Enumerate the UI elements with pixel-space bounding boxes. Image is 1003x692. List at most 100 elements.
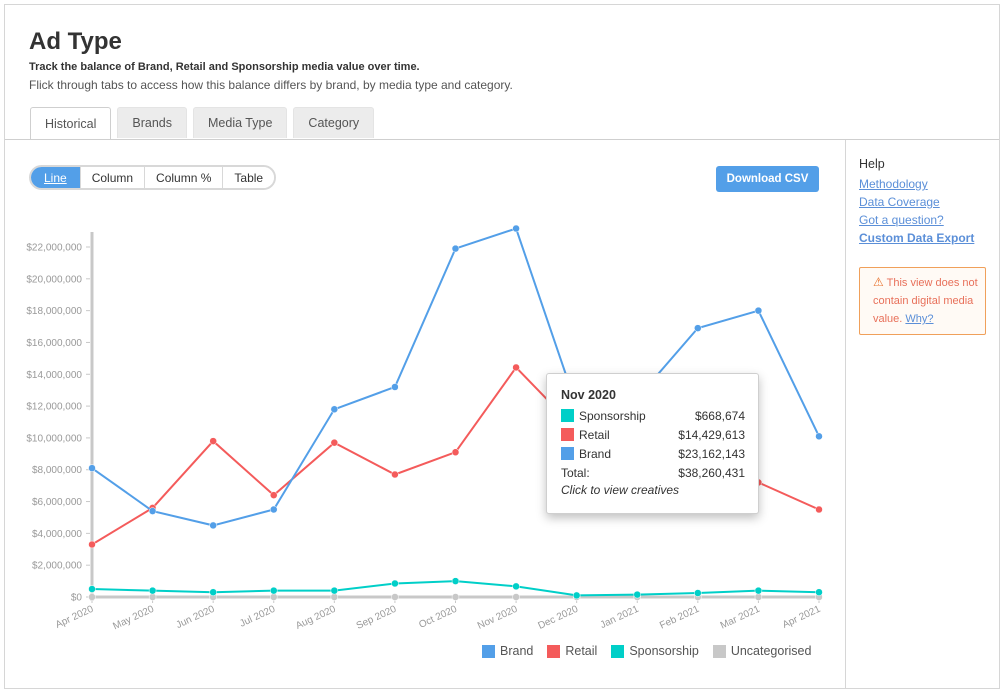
y-tick-label: $0	[71, 593, 83, 604]
legend-swatch	[712, 644, 726, 658]
legend-swatch	[547, 644, 561, 658]
why-link[interactable]: Why?	[905, 313, 933, 325]
retail-swatch	[561, 428, 574, 441]
legend-label: Sponsorship	[629, 644, 699, 658]
tooltip-label: Brand	[579, 446, 612, 461]
data-point-retail	[270, 491, 278, 499]
data-point-uncategorised	[391, 593, 399, 601]
y-tick-label: $2,000,000	[32, 561, 82, 572]
legend-item-uncategorised[interactable]: Uncategorised	[712, 644, 812, 658]
data-point-retail	[815, 505, 823, 514]
brand-swatch	[561, 447, 574, 460]
data-point-retail	[451, 448, 460, 456]
tooltip-row-retail: Retail $14,429,613	[561, 425, 745, 444]
view-column-percent-button[interactable]: Column %	[144, 167, 223, 188]
tooltip-row-sponsorship: Sponsorship $668,674	[561, 406, 745, 425]
legend-item-retail[interactable]: Retail	[547, 644, 597, 658]
data-point-retail	[512, 363, 520, 372]
data-point-sponsorship	[512, 582, 520, 591]
data-point-sponsorship	[451, 577, 460, 585]
y-tick-label: $4,000,000	[32, 529, 82, 540]
x-tick-label: Nov 2020	[476, 604, 520, 632]
custom-data-export-link[interactable]: Custom Data Export	[859, 231, 974, 245]
data-point-sponsorship	[88, 585, 96, 593]
legend-swatch	[611, 644, 625, 658]
data-point-brand	[209, 521, 217, 530]
page-subtitle: Track the balance of Brand, Retail and S…	[29, 61, 420, 73]
tab-brands[interactable]: Brands	[117, 107, 188, 138]
tab-media-type[interactable]: Media Type	[193, 107, 288, 138]
methodology-link[interactable]: Methodology	[859, 177, 974, 191]
view-column-button[interactable]: Column	[79, 167, 145, 188]
tooltip-total-value: $38,260,431	[678, 465, 745, 480]
y-tick-label: $14,000,000	[26, 370, 82, 381]
tab-historical[interactable]: Historical	[30, 107, 112, 140]
download-csv-button[interactable]: Download CSV	[716, 166, 819, 192]
view-table-button[interactable]: Table	[222, 167, 275, 188]
legend-item-sponsorship[interactable]: Sponsorship	[611, 644, 699, 658]
view-toggle: Line Column Column % Table	[29, 165, 277, 190]
tooltip-total-label: Total:	[561, 465, 590, 480]
chart-tooltip: Nov 2020 Sponsorship $668,674 Retail $14…	[546, 373, 759, 514]
tab-bar: Historical Brands Media Type Category	[30, 107, 375, 140]
x-tick-label: Jun 2020	[174, 604, 216, 632]
tooltip-value: $14,429,613	[678, 427, 745, 442]
data-point-sponsorship	[148, 586, 157, 595]
x-tick-label: Oct 2020	[417, 604, 459, 631]
tooltip-label: Retail	[579, 427, 610, 442]
data-coverage-link[interactable]: Data Coverage	[859, 195, 974, 209]
data-point-brand	[754, 306, 763, 315]
warning-triangle-icon: ⚠	[873, 275, 884, 289]
data-point-brand	[815, 432, 823, 441]
tab-category[interactable]: Category	[293, 107, 375, 138]
help-panel: Help Methodology Data Coverage Got a que…	[859, 157, 974, 249]
data-point-brand	[391, 383, 399, 391]
data-point-sponsorship	[754, 586, 763, 595]
data-point-retail	[88, 540, 96, 549]
data-point-sponsorship	[572, 591, 581, 600]
x-tick-label: Sep 2020	[355, 604, 399, 632]
data-point-brand	[88, 464, 96, 472]
tooltip-row-brand: Brand $23,162,143	[561, 444, 745, 463]
tooltip-footer[interactable]: Click to view creatives	[561, 483, 745, 497]
tooltip-label: Sponsorship	[579, 408, 646, 423]
data-point-brand	[270, 505, 278, 514]
data-point-brand	[148, 507, 157, 515]
x-tick-label: May 2020	[111, 604, 156, 633]
data-point-uncategorised	[270, 593, 278, 601]
y-tick-label: $18,000,000	[26, 306, 82, 317]
data-point-brand	[451, 244, 460, 253]
x-tick-label: Dec 2020	[536, 604, 580, 632]
x-tick-label: Feb 2021	[658, 604, 701, 632]
data-point-uncategorised	[330, 593, 339, 601]
legend-label: Uncategorised	[730, 644, 812, 658]
x-tick-label: Apr 2020	[54, 604, 96, 631]
y-tick-label: $6,000,000	[32, 497, 82, 508]
data-point-uncategorised	[148, 593, 157, 601]
data-point-brand	[330, 405, 339, 414]
y-tick-label: $8,000,000	[32, 465, 82, 476]
y-tick-label: $22,000,000	[26, 243, 82, 254]
data-point-sponsorship	[694, 589, 702, 597]
data-point-uncategorised	[512, 593, 520, 601]
legend-item-brand[interactable]: Brand	[482, 644, 533, 658]
data-point-sponsorship	[391, 579, 399, 588]
tooltip-title: Nov 2020	[561, 388, 616, 402]
legend-label: Brand	[500, 644, 534, 658]
tooltip-value: $23,162,143	[678, 446, 745, 461]
data-point-retail	[209, 437, 217, 445]
y-tick-label: $16,000,000	[26, 338, 82, 349]
help-title: Help	[859, 157, 885, 171]
data-point-sponsorship	[209, 588, 217, 596]
x-tick-label: Jul 2020	[238, 604, 277, 630]
warning-box: ⚠ This view does not contain digital med…	[859, 267, 986, 335]
data-point-retail	[330, 438, 339, 447]
data-point-uncategorised	[88, 593, 96, 601]
x-tick-label: Apr 2021	[781, 604, 823, 631]
legend-swatch	[482, 644, 495, 658]
got-a-question-link[interactable]: Got a question?	[859, 213, 974, 227]
view-line-button[interactable]: Line	[31, 167, 80, 188]
data-point-retail	[391, 470, 399, 479]
page-description: Flick through tabs to access how this ba…	[29, 78, 513, 92]
y-tick-label: $12,000,000	[26, 402, 82, 413]
